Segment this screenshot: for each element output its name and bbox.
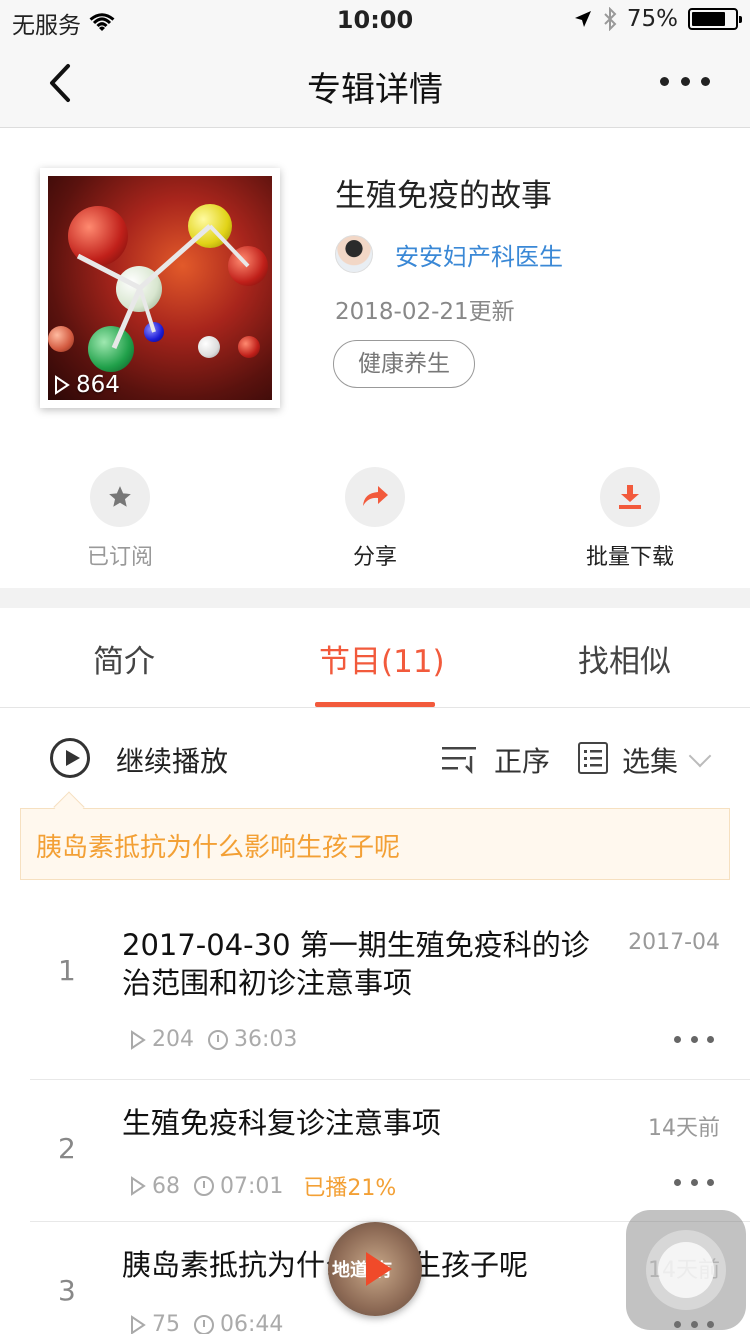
- episode-plays: 204: [130, 1027, 194, 1052]
- row-divider: [30, 1079, 750, 1080]
- episode-plays-value: 75: [152, 1312, 180, 1334]
- bluetooth-icon: [604, 7, 617, 31]
- episode-plays-value: 68: [152, 1173, 180, 1199]
- subscribe-circle: [90, 467, 150, 527]
- sort-icon[interactable]: [442, 744, 478, 774]
- page-title: 专辑详情: [307, 70, 443, 110]
- nav-bar: 专辑详情: [0, 40, 750, 128]
- status-bar: 无服务 10:00 75%: [0, 0, 750, 40]
- tab-episodes[interactable]: 节目(11): [319, 636, 445, 681]
- assistive-touch-dot: [658, 1242, 714, 1298]
- episode-title[interactable]: 2017-04-30 第一期生殖免疫科的诊治范围和初诊注意事项: [122, 926, 612, 1002]
- continue-play-button[interactable]: 继续播放: [116, 740, 228, 780]
- episode-more-button[interactable]: [674, 1036, 714, 1044]
- more-dot-icon: [660, 76, 669, 86]
- album-title: 生殖免疫的故事: [335, 178, 552, 214]
- play-icon: [366, 1252, 392, 1286]
- section-divider: [0, 588, 750, 608]
- battery-percent: 75%: [626, 6, 678, 32]
- sort-button[interactable]: 正序: [494, 740, 550, 780]
- more-dot-icon: [680, 76, 690, 86]
- author-name[interactable]: 安安妇产科医生: [395, 237, 563, 272]
- play-circle-icon[interactable]: [50, 738, 90, 778]
- episode-duration-value: 36:03: [234, 1027, 298, 1052]
- subscribe-label: 已订阅: [86, 545, 153, 570]
- play-outline-icon: [131, 1029, 146, 1050]
- author-row[interactable]: 安安妇产科医生: [335, 235, 563, 273]
- download-icon: [619, 485, 641, 509]
- more-dot-icon: [701, 76, 710, 86]
- play-outline-icon: [55, 375, 70, 395]
- episode-duration-value: 07:01: [220, 1173, 284, 1199]
- status-right: 75%: [573, 6, 742, 32]
- category-tag[interactable]: 健康养生: [333, 340, 475, 388]
- episode-index: 3: [58, 1274, 76, 1307]
- episode-duration-value: 06:44: [220, 1312, 284, 1334]
- list-icon[interactable]: [578, 742, 608, 774]
- download-circle: [600, 467, 660, 527]
- star-icon: [109, 486, 131, 507]
- floating-player-button[interactable]: 地道 有: [328, 1222, 422, 1316]
- tab-similar[interactable]: 找相似: [578, 636, 671, 681]
- album-play-count: 864: [54, 372, 120, 398]
- play-outline-icon: [131, 1314, 146, 1334]
- album-update-date: 2018-02-21更新: [335, 299, 515, 325]
- clock-icon: [208, 1029, 228, 1050]
- play-outline-icon: [131, 1176, 146, 1196]
- subscribe-button[interactable]: 已订阅: [40, 467, 200, 571]
- episode-plays-value: 204: [152, 1027, 194, 1052]
- select-episodes-button[interactable]: 选集: [622, 740, 678, 780]
- share-arrow-icon: [363, 486, 388, 506]
- episode-duration: 06:44: [194, 1312, 283, 1334]
- album-cover-image: [48, 176, 272, 400]
- episode-index: 2: [58, 1132, 76, 1165]
- share-circle: [345, 467, 405, 527]
- clock-icon: [194, 1176, 214, 1196]
- tabs-border: [0, 707, 750, 708]
- chevron-down-icon[interactable]: [688, 744, 712, 768]
- share-button[interactable]: 分享: [295, 467, 455, 571]
- episode-duration: 07:01: [194, 1174, 283, 1199]
- episode-plays: 68: [130, 1174, 180, 1199]
- clock-icon: [194, 1314, 214, 1334]
- assistive-touch-button[interactable]: [626, 1210, 746, 1330]
- episode-meta: 204 36:03: [130, 1027, 297, 1052]
- album-play-count-value: 864: [76, 372, 120, 398]
- episode-duration: 36:03: [208, 1027, 297, 1052]
- episode-date: 14天前: [648, 1116, 720, 1141]
- share-label: 分享: [352, 545, 397, 570]
- episode-more-button[interactable]: [674, 1179, 714, 1187]
- batch-download-button[interactable]: 批量下载: [550, 467, 710, 571]
- last-played-hint-text[interactable]: 胰岛素抵抗为什么影响生孩子呢: [36, 827, 400, 864]
- author-avatar[interactable]: [335, 235, 373, 273]
- more-button[interactable]: [660, 66, 710, 96]
- episode-meta: 68 07:01 已播21%: [130, 1170, 396, 1202]
- episode-date: 2017-04: [628, 930, 720, 955]
- molecule-bonds-graphic: [76, 224, 250, 349]
- album-cover[interactable]: 864: [40, 168, 280, 408]
- episode-index: 1: [58, 954, 76, 987]
- tab-intro[interactable]: 简介: [93, 636, 155, 681]
- episode-plays: 75: [130, 1312, 180, 1334]
- location-arrow-icon: [574, 11, 591, 27]
- batch-download-label: 批量下载: [585, 545, 674, 570]
- episode-meta: 75 06:44: [130, 1312, 283, 1334]
- battery-icon: [688, 8, 742, 30]
- episode-title[interactable]: 生殖免疫科复诊注意事项: [122, 1104, 612, 1142]
- episode-progress: 已播21%: [303, 1176, 397, 1201]
